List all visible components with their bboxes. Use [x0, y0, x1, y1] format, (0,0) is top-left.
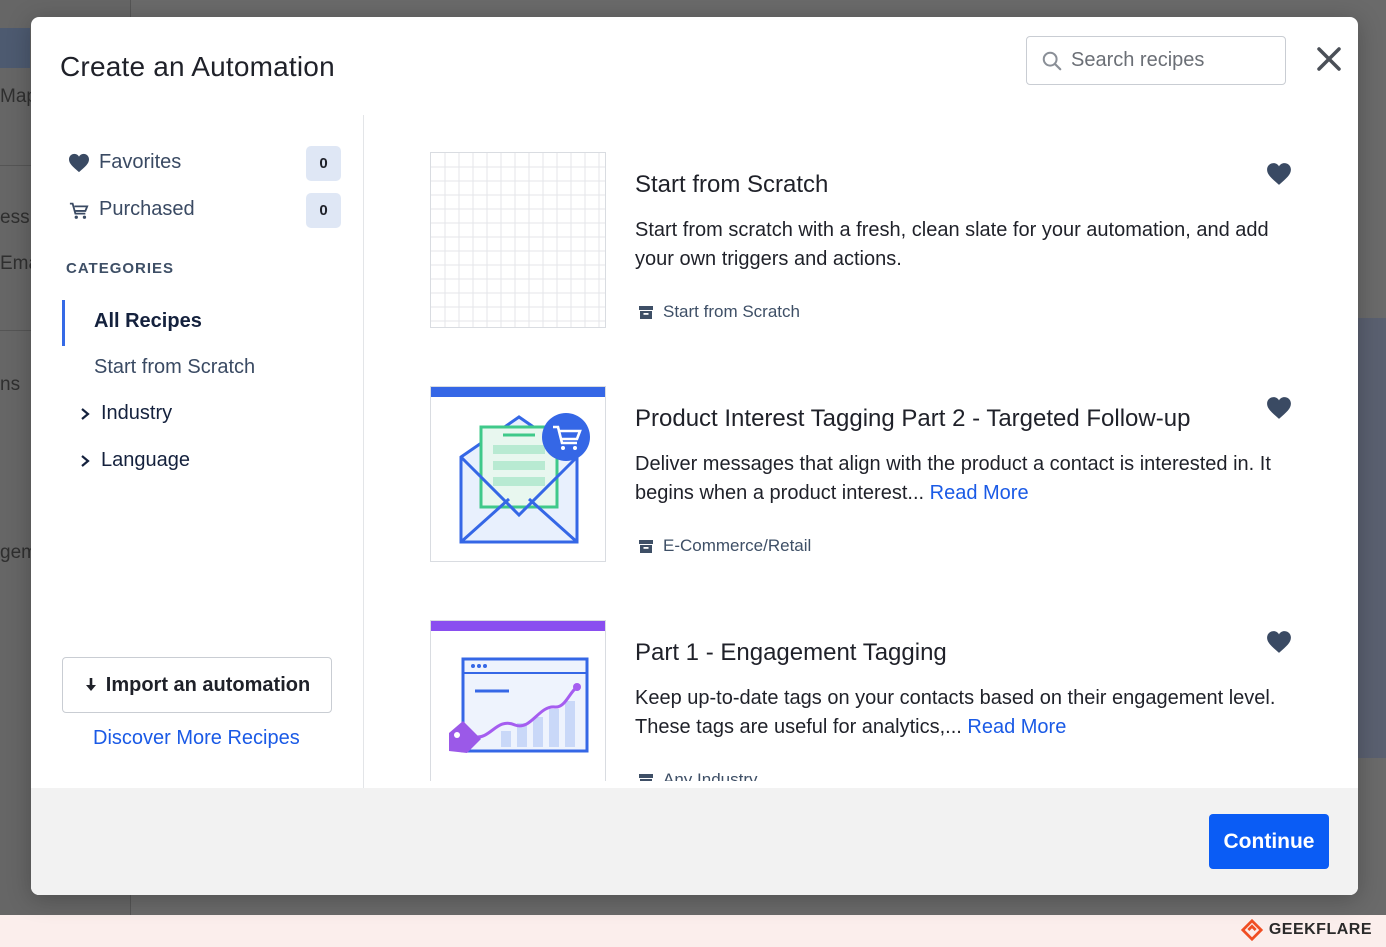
discover-more-recipes-link[interactable]: Discover More Recipes [93, 727, 300, 750]
background-highlight [0, 28, 30, 68]
category-language-label: Language [101, 449, 190, 471]
brand-name: GEEKFLARE [1268, 921, 1372, 938]
categories-heading: CATEGORIES [66, 260, 175, 277]
search-icon [1042, 51, 1062, 70]
sidebar-item-purchased[interactable]: Purchased [68, 198, 195, 221]
recipe-category-tag: Start from Scratch [638, 302, 800, 322]
page-footer-strip [0, 915, 1386, 947]
category-all-recipes[interactable]: All Recipes [94, 310, 202, 333]
favorites-label: Favorites [99, 151, 182, 173]
engagement-chart-illustration [431, 621, 605, 753]
archive-box-icon [639, 539, 653, 553]
recipe-list: Start from Scratch Start from scratch wi… [365, 115, 1358, 781]
category-industry-label: Industry [101, 402, 173, 424]
chevron-right-icon [81, 407, 90, 420]
heart-icon [69, 153, 89, 172]
arrow-down-icon [85, 678, 96, 691]
favorite-heart-icon[interactable] [1266, 396, 1292, 420]
archive-box-icon [639, 773, 653, 781]
favorite-heart-icon[interactable] [1266, 630, 1292, 654]
modal-footer: Continue [31, 788, 1358, 895]
purchased-count-badge: 0 [306, 193, 341, 228]
category-industry[interactable]: Industry [79, 402, 172, 425]
recipe-description: Deliver messages that align with the pro… [635, 450, 1295, 508]
category-language[interactable]: Language [79, 449, 190, 472]
recipe-title: Start from Scratch [635, 171, 829, 198]
modal-title: Create an Automation [60, 51, 335, 82]
recipe-thumbnail-engagement [430, 620, 606, 781]
geekflare-logo-icon [1240, 919, 1263, 941]
import-automation-label: Import an automation [105, 673, 311, 696]
sidebar-item-favorites[interactable]: Favorites [68, 151, 181, 174]
recipe-card[interactable]: Product Interest Tagging Part 2 - Target… [430, 386, 1310, 566]
recipe-title: Part 1 - Engagement Tagging [635, 639, 947, 666]
envelope-cart-illustration [431, 387, 605, 544]
recipe-tag-label: E-Commerce/Retail [663, 536, 812, 555]
read-more-link[interactable]: Read More [930, 482, 1029, 504]
watermark-brand: GEEKFLARE [1240, 919, 1372, 941]
favorites-count-badge: 0 [306, 146, 341, 181]
recipe-description: Start from scratch with a fresh, clean s… [635, 216, 1295, 274]
background-panel [1358, 318, 1386, 758]
recipe-thumbnail-envelope [430, 386, 606, 562]
recipe-title: Product Interest Tagging Part 2 - Target… [635, 405, 1191, 432]
recipe-category-tag: Any Industry [638, 770, 758, 781]
recipe-tag-label: Any Industry [663, 770, 758, 781]
recipe-description: Keep up-to-date tags on your contacts ba… [635, 684, 1295, 742]
favorite-heart-icon[interactable] [1266, 162, 1292, 186]
continue-button[interactable]: Continue [1209, 814, 1329, 869]
recipe-card[interactable]: Start from Scratch Start from scratch wi… [430, 152, 1310, 332]
recipe-tag-label: Start from Scratch [663, 302, 800, 321]
search-input[interactable] [1071, 49, 1271, 72]
active-category-indicator [62, 300, 65, 346]
read-more-link[interactable]: Read More [967, 716, 1066, 738]
recipe-category-tag: E-Commerce/Retail [638, 536, 811, 556]
recipe-description-text: Keep up-to-date tags on your contacts ba… [635, 687, 1276, 738]
recipe-thumbnail-grid [430, 152, 606, 328]
search-box[interactable] [1026, 36, 1286, 85]
grid-illustration [431, 153, 605, 327]
import-automation-button[interactable]: Import an automation [62, 657, 332, 713]
archive-box-icon [639, 305, 653, 319]
close-icon[interactable] [1313, 43, 1345, 75]
purchased-label: Purchased [99, 198, 195, 220]
category-start-from-scratch[interactable]: Start from Scratch [94, 356, 255, 379]
recipe-description-text: Start from scratch with a fresh, clean s… [635, 219, 1269, 270]
chevron-right-icon [81, 454, 90, 467]
recipe-sidebar: Favorites 0 Purchased 0 CATEGORIES All R… [31, 115, 364, 788]
create-automation-modal: Create an Automation Favorites 0 Pu [31, 17, 1358, 895]
recipe-card[interactable]: Part 1 - Engagement Tagging Keep up-to-d… [430, 620, 1310, 781]
cart-icon [69, 202, 89, 219]
